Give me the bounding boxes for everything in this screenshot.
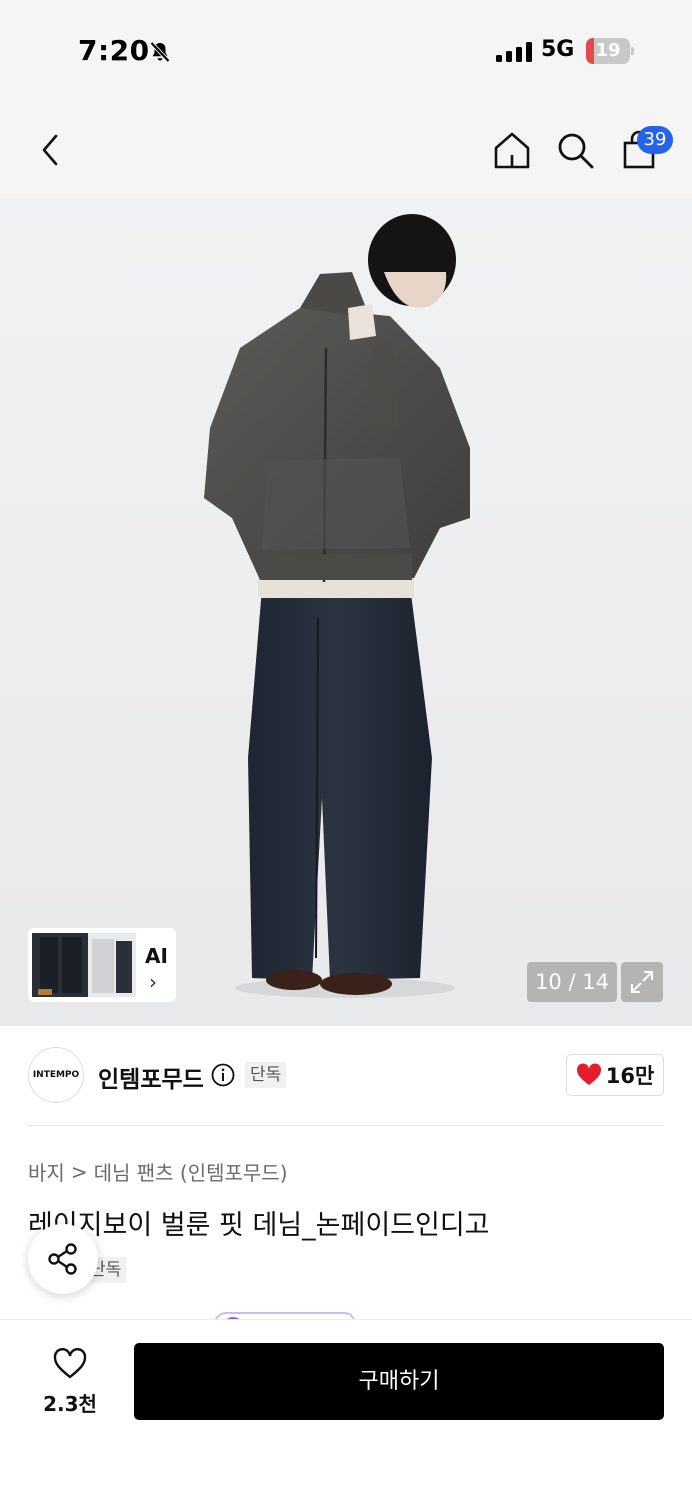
top-nav <box>0 100 692 198</box>
search-button[interactable] <box>553 128 597 172</box>
section-divider <box>28 1125 664 1126</box>
expand-icon <box>631 971 653 993</box>
breadcrumb: 바지 > 데님 팬츠 (인템포무드) <box>28 1157 288 1186</box>
back-button[interactable] <box>28 128 72 172</box>
brand-name[interactable]: 인템포무드 <box>98 1060 204 1094</box>
bottom-action-bar: 2.3천 구매하기 <box>0 1319 692 1500</box>
breadcrumb-category[interactable]: 바지 <box>28 1157 65 1186</box>
signal-icon <box>496 42 532 62</box>
product-image-gallery[interactable]: AI › 10 / 14 <box>0 198 692 1026</box>
image-counter: 10 / 14 <box>527 962 617 1002</box>
product-photo <box>204 214 470 998</box>
ai-thumbnail <box>32 933 136 997</box>
exclusive-badge: 단독 <box>245 1062 287 1088</box>
ai-recommend-button[interactable]: AI › <box>28 928 176 1002</box>
search-icon <box>558 133 594 169</box>
battery-level: 19 <box>595 40 621 61</box>
brand-like-count: 16만 <box>605 1064 655 1088</box>
breadcrumb-separator: > <box>70 1159 88 1184</box>
brand-like-button[interactable]: 16만 <box>566 1054 664 1096</box>
status-bar: 7:20 5G 19 <box>0 0 692 100</box>
battery-cap <box>631 47 634 55</box>
wishlist-count: 2.3천 <box>43 1392 97 1416</box>
status-time: 7:20 <box>78 34 150 67</box>
chevron-left-icon <box>42 134 58 166</box>
breadcrumb-subcategory[interactable]: 데님 팬츠 (인템포무드) <box>94 1157 288 1186</box>
thumbnail-image <box>32 933 136 997</box>
bell-muted-icon <box>150 41 170 63</box>
chevron-right-icon: › <box>149 970 157 994</box>
share-icon <box>48 1243 77 1275</box>
battery-icon: 19 <box>586 38 630 64</box>
home-icon <box>494 132 530 169</box>
home-button[interactable] <box>490 128 534 172</box>
ai-label: AI <box>145 944 168 968</box>
info-icon[interactable] <box>211 1063 235 1087</box>
heart-filled-icon <box>576 1063 601 1085</box>
network-type: 5G <box>541 37 575 62</box>
buy-button[interactable]: 구매하기 <box>134 1343 664 1420</box>
brand-logo[interactable]: INTEMPO <box>28 1047 84 1103</box>
heart-outline-icon <box>53 1348 87 1379</box>
wishlist-button[interactable]: 2.3천 <box>28 1346 112 1416</box>
fullscreen-button[interactable] <box>621 962 663 1002</box>
share-button[interactable] <box>28 1224 98 1294</box>
product-title: 레이지보이 벌룬 핏 데님_논페이드인디고 <box>28 1210 490 1241</box>
cart-count-badge: 39 <box>637 126 673 154</box>
